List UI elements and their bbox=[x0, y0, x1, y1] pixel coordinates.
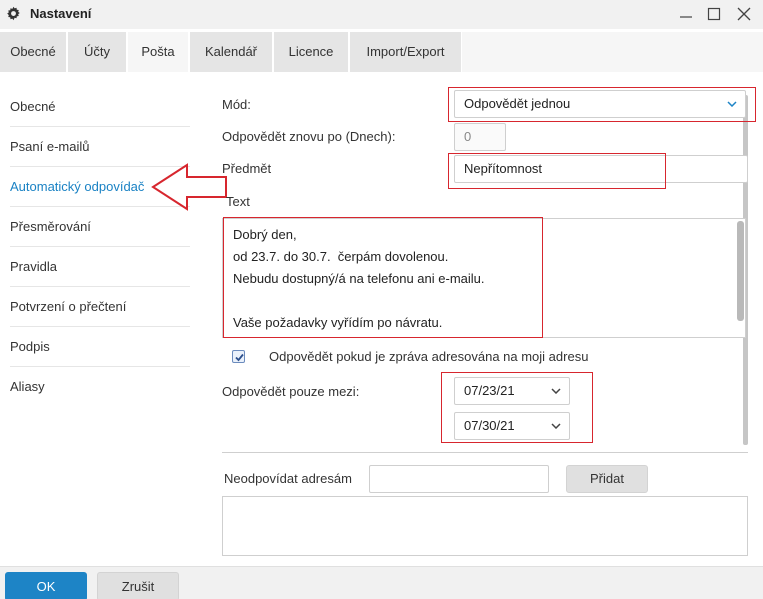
checkmark-icon bbox=[235, 353, 244, 362]
ok-button[interactable]: OK bbox=[5, 572, 87, 599]
sidebar-item-aliasy[interactable]: Aliasy bbox=[10, 367, 190, 407]
tab-licence[interactable]: Licence bbox=[274, 32, 349, 72]
no-reply-label: Neodpovídat adresám bbox=[224, 471, 352, 486]
title-bar: Nastavení bbox=[0, 0, 763, 29]
close-icon[interactable] bbox=[735, 5, 753, 23]
sidebar-item-psani-emailu[interactable]: Psaní e-mailů bbox=[10, 127, 190, 167]
tab-ucty[interactable]: Účty bbox=[68, 32, 127, 72]
add-address-button[interactable]: Přidat bbox=[566, 465, 648, 493]
gear-icon bbox=[7, 6, 20, 21]
highlight-mode bbox=[448, 87, 756, 122]
arrow-left-icon bbox=[151, 163, 227, 211]
subject-label: Předmět bbox=[222, 161, 272, 176]
reply-again-days-input[interactable]: 0 bbox=[454, 123, 506, 151]
tab-import-export[interactable]: Import/Export bbox=[350, 32, 462, 72]
only-to-me-label[interactable]: Odpovědět pokud je zpráva adresována na … bbox=[269, 349, 588, 364]
tab-bar-filler bbox=[462, 32, 763, 72]
highlight-text bbox=[223, 217, 543, 338]
tab-bar: Obecné Účty Pošta Kalendář Licence Impor… bbox=[0, 32, 763, 72]
tab-kalendar[interactable]: Kalendář bbox=[190, 32, 273, 72]
window-title: Nastavení bbox=[30, 6, 92, 21]
no-reply-address-input[interactable] bbox=[369, 465, 549, 493]
section-divider bbox=[222, 452, 748, 453]
only-to-me-checkbox[interactable] bbox=[232, 350, 245, 363]
sidebar-item-potvrzeni-o-precteni[interactable]: Potvrzení o přečtení bbox=[10, 287, 190, 327]
highlight-subject bbox=[448, 153, 666, 189]
between-label: Odpovědět pouze mezi: bbox=[222, 384, 360, 399]
cancel-button[interactable]: Zrušit bbox=[97, 572, 179, 599]
highlight-dates bbox=[441, 372, 593, 443]
mode-label: Mód: bbox=[222, 97, 251, 112]
no-reply-address-list[interactable] bbox=[222, 496, 748, 556]
reply-again-label: Odpovědět znovu po (Dnech): bbox=[222, 129, 396, 144]
tab-posta[interactable]: Pošta bbox=[128, 32, 189, 72]
tab-obecne[interactable]: Obecné bbox=[0, 32, 67, 72]
sidebar-item-pravidla[interactable]: Pravidla bbox=[10, 247, 190, 287]
sidebar-item-podpis[interactable]: Podpis bbox=[10, 327, 190, 367]
text-label: Text bbox=[226, 194, 250, 209]
minimize-icon[interactable] bbox=[677, 5, 695, 23]
maximize-icon[interactable] bbox=[705, 5, 723, 23]
sidebar-item-obecne[interactable]: Obecné bbox=[10, 87, 190, 127]
textarea-scrollbar[interactable] bbox=[737, 221, 744, 321]
sidebar-item-presmerovani[interactable]: Přesměrování bbox=[10, 207, 190, 247]
